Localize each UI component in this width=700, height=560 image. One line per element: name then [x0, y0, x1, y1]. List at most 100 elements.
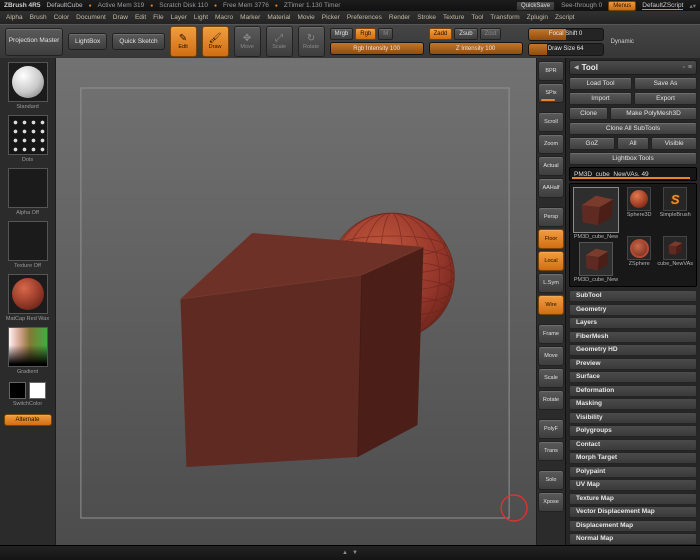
focal-shift-slider[interactable]: Focal Shift 0: [528, 28, 604, 41]
menu-alpha[interactable]: Alpha: [6, 14, 23, 21]
xpose-button[interactable]: Xpose: [538, 492, 564, 512]
current-material-thumbnail[interactable]: [8, 274, 48, 314]
selected-tool-thumbnail[interactable]: [573, 187, 619, 233]
zsub-button[interactable]: Zsub: [454, 28, 477, 40]
bpr-render-button[interactable]: BPR: [538, 61, 564, 81]
section-normal-map[interactable]: Normal Map: [569, 533, 697, 545]
palette-pin-icon[interactable]: ◦: [682, 64, 684, 71]
menu-edit[interactable]: Edit: [135, 14, 146, 21]
current-stroke-thumbnail[interactable]: [8, 115, 48, 155]
document-canvas[interactable]: [56, 58, 536, 546]
local-transform-button[interactable]: Local: [538, 251, 564, 271]
alternate-button[interactable]: Alternate: [4, 414, 52, 426]
menu-zscript[interactable]: Zscript: [555, 14, 575, 21]
projection-master-button[interactable]: Projection Master: [5, 28, 63, 56]
section-polypaint[interactable]: Polypaint: [569, 466, 697, 478]
color-picker[interactable]: [8, 327, 48, 367]
current-alpha-thumbnail[interactable]: [8, 168, 48, 208]
actual-size-button[interactable]: Actual: [538, 156, 564, 176]
menu-picker[interactable]: Picker: [322, 14, 340, 21]
scale-mode-button[interactable]: ⤢ Scale: [266, 26, 293, 57]
main-color-swatch[interactable]: [9, 382, 26, 399]
spix-slider[interactable]: SPix: [538, 83, 564, 103]
section-contact[interactable]: Contact: [569, 439, 697, 451]
lightbox-button[interactable]: LightBox: [68, 33, 107, 50]
menu-light[interactable]: Light: [194, 14, 208, 21]
window-scroll-arrows-icon[interactable]: ▴▾: [689, 2, 696, 10]
menu-draw[interactable]: Draw: [113, 14, 128, 21]
secondary-color-swatch[interactable]: [29, 382, 46, 399]
rotate-mode-button[interactable]: ↻ Rotate: [298, 26, 325, 57]
m-button[interactable]: M: [378, 28, 393, 40]
tray-up-arrow-icon[interactable]: ▲: [342, 550, 348, 556]
mrgb-button[interactable]: Mrgb: [330, 28, 354, 40]
menu-macro[interactable]: Macro: [215, 14, 233, 21]
lsym-button[interactable]: L.Sym: [538, 273, 564, 293]
menu-movie[interactable]: Movie: [297, 14, 314, 21]
rotate-view-button[interactable]: Rotate: [538, 390, 564, 410]
menu-zplugin[interactable]: Zplugin: [527, 14, 548, 21]
simplebrush-tool-thumbnail[interactable]: S: [663, 187, 687, 211]
section-deformation[interactable]: Deformation: [569, 385, 697, 397]
palette-menu-icon[interactable]: ≡: [688, 64, 692, 71]
cube-newvas-tool-thumbnail[interactable]: [663, 236, 687, 260]
section-visibility[interactable]: Visibility: [569, 412, 697, 424]
see-through-slider[interactable]: See-through 0: [561, 2, 602, 9]
menu-texture[interactable]: Texture: [443, 14, 464, 21]
solo-button[interactable]: Solo: [538, 470, 564, 490]
tray-down-arrow-icon[interactable]: ▼: [352, 550, 358, 556]
section-layers[interactable]: Layers: [569, 317, 697, 329]
clone-all-subtools-button[interactable]: Clone All SubTools: [569, 122, 697, 135]
section-preview[interactable]: Preview: [569, 358, 697, 370]
zadd-button[interactable]: Zadd: [429, 28, 453, 40]
frame-button[interactable]: Frame: [538, 324, 564, 344]
current-texture-thumbnail[interactable]: [8, 221, 48, 261]
menu-tool[interactable]: Tool: [471, 14, 483, 21]
current-tool-slider[interactable]: PM3D_cube_NewVAs. 49: [569, 167, 697, 181]
section-morph-target[interactable]: Morph Target: [569, 452, 697, 464]
section-vector-displacement-map[interactable]: Vector Displacement Map: [569, 506, 697, 518]
quicksave-button[interactable]: QuickSave: [516, 1, 555, 11]
section-surface[interactable]: Surface: [569, 371, 697, 383]
default-zscript-button[interactable]: DefaultZScript: [642, 2, 683, 10]
draw-size-slider[interactable]: Draw Size 64: [528, 43, 604, 56]
recent-tool-thumbnail[interactable]: [579, 242, 613, 276]
edit-mode-button[interactable]: ✎ Edit: [170, 26, 197, 57]
section-displacement-map[interactable]: Displacement Map: [569, 520, 697, 532]
make-polymesh3d-button[interactable]: Make PolyMesh3D: [610, 107, 697, 120]
scroll-button[interactable]: Scroll: [538, 112, 564, 132]
section-fibermesh[interactable]: FiberMesh: [569, 331, 697, 343]
section-masking[interactable]: Masking: [569, 398, 697, 410]
menu-preferences[interactable]: Preferences: [347, 14, 382, 21]
menu-document[interactable]: Document: [76, 14, 106, 21]
draw-mode-button[interactable]: 🖌 Draw: [202, 26, 229, 57]
load-tool-button[interactable]: Load Tool: [569, 77, 632, 90]
zoom-button[interactable]: Zoom: [538, 134, 564, 154]
goz-all-button[interactable]: All: [617, 137, 650, 150]
menu-marker[interactable]: Marker: [240, 14, 260, 21]
menu-stroke[interactable]: Stroke: [417, 14, 436, 21]
rgb-button[interactable]: Rgb: [355, 28, 376, 40]
floor-grid-button[interactable]: Floor: [538, 229, 564, 249]
tool-palette-header[interactable]: ◀ Tool ◦ ≡: [569, 60, 697, 75]
current-brush-thumbnail[interactable]: [8, 62, 48, 102]
section-subtool[interactable]: SubTool: [569, 290, 697, 302]
aahalf-button[interactable]: AAHalf: [538, 178, 564, 198]
move-mode-button[interactable]: ✥ Move: [234, 26, 261, 57]
sphere3d-tool-thumbnail[interactable]: [627, 187, 651, 211]
wireframe-button[interactable]: Wire: [538, 295, 564, 315]
zsphere-tool-thumbnail[interactable]: [627, 236, 651, 260]
menu-material[interactable]: Material: [267, 14, 290, 21]
menus-toggle-button[interactable]: Menus: [608, 1, 636, 11]
section-geometry-hd[interactable]: Geometry HD: [569, 344, 697, 356]
goz-button[interactable]: GoZ: [569, 137, 615, 150]
export-button[interactable]: Export: [634, 92, 697, 105]
quick-sketch-button[interactable]: Quick Sketch: [112, 33, 164, 50]
zcut-button[interactable]: Zcut: [480, 28, 502, 40]
z-intensity-slider[interactable]: Z Intensity 100: [429, 42, 523, 55]
menu-layer[interactable]: Layer: [171, 14, 187, 21]
scale-view-button[interactable]: Scale: [538, 368, 564, 388]
section-geometry[interactable]: Geometry: [569, 304, 697, 316]
menu-file[interactable]: File: [153, 14, 163, 21]
lightbox-tools-button[interactable]: Lightbox Tools: [569, 152, 697, 165]
